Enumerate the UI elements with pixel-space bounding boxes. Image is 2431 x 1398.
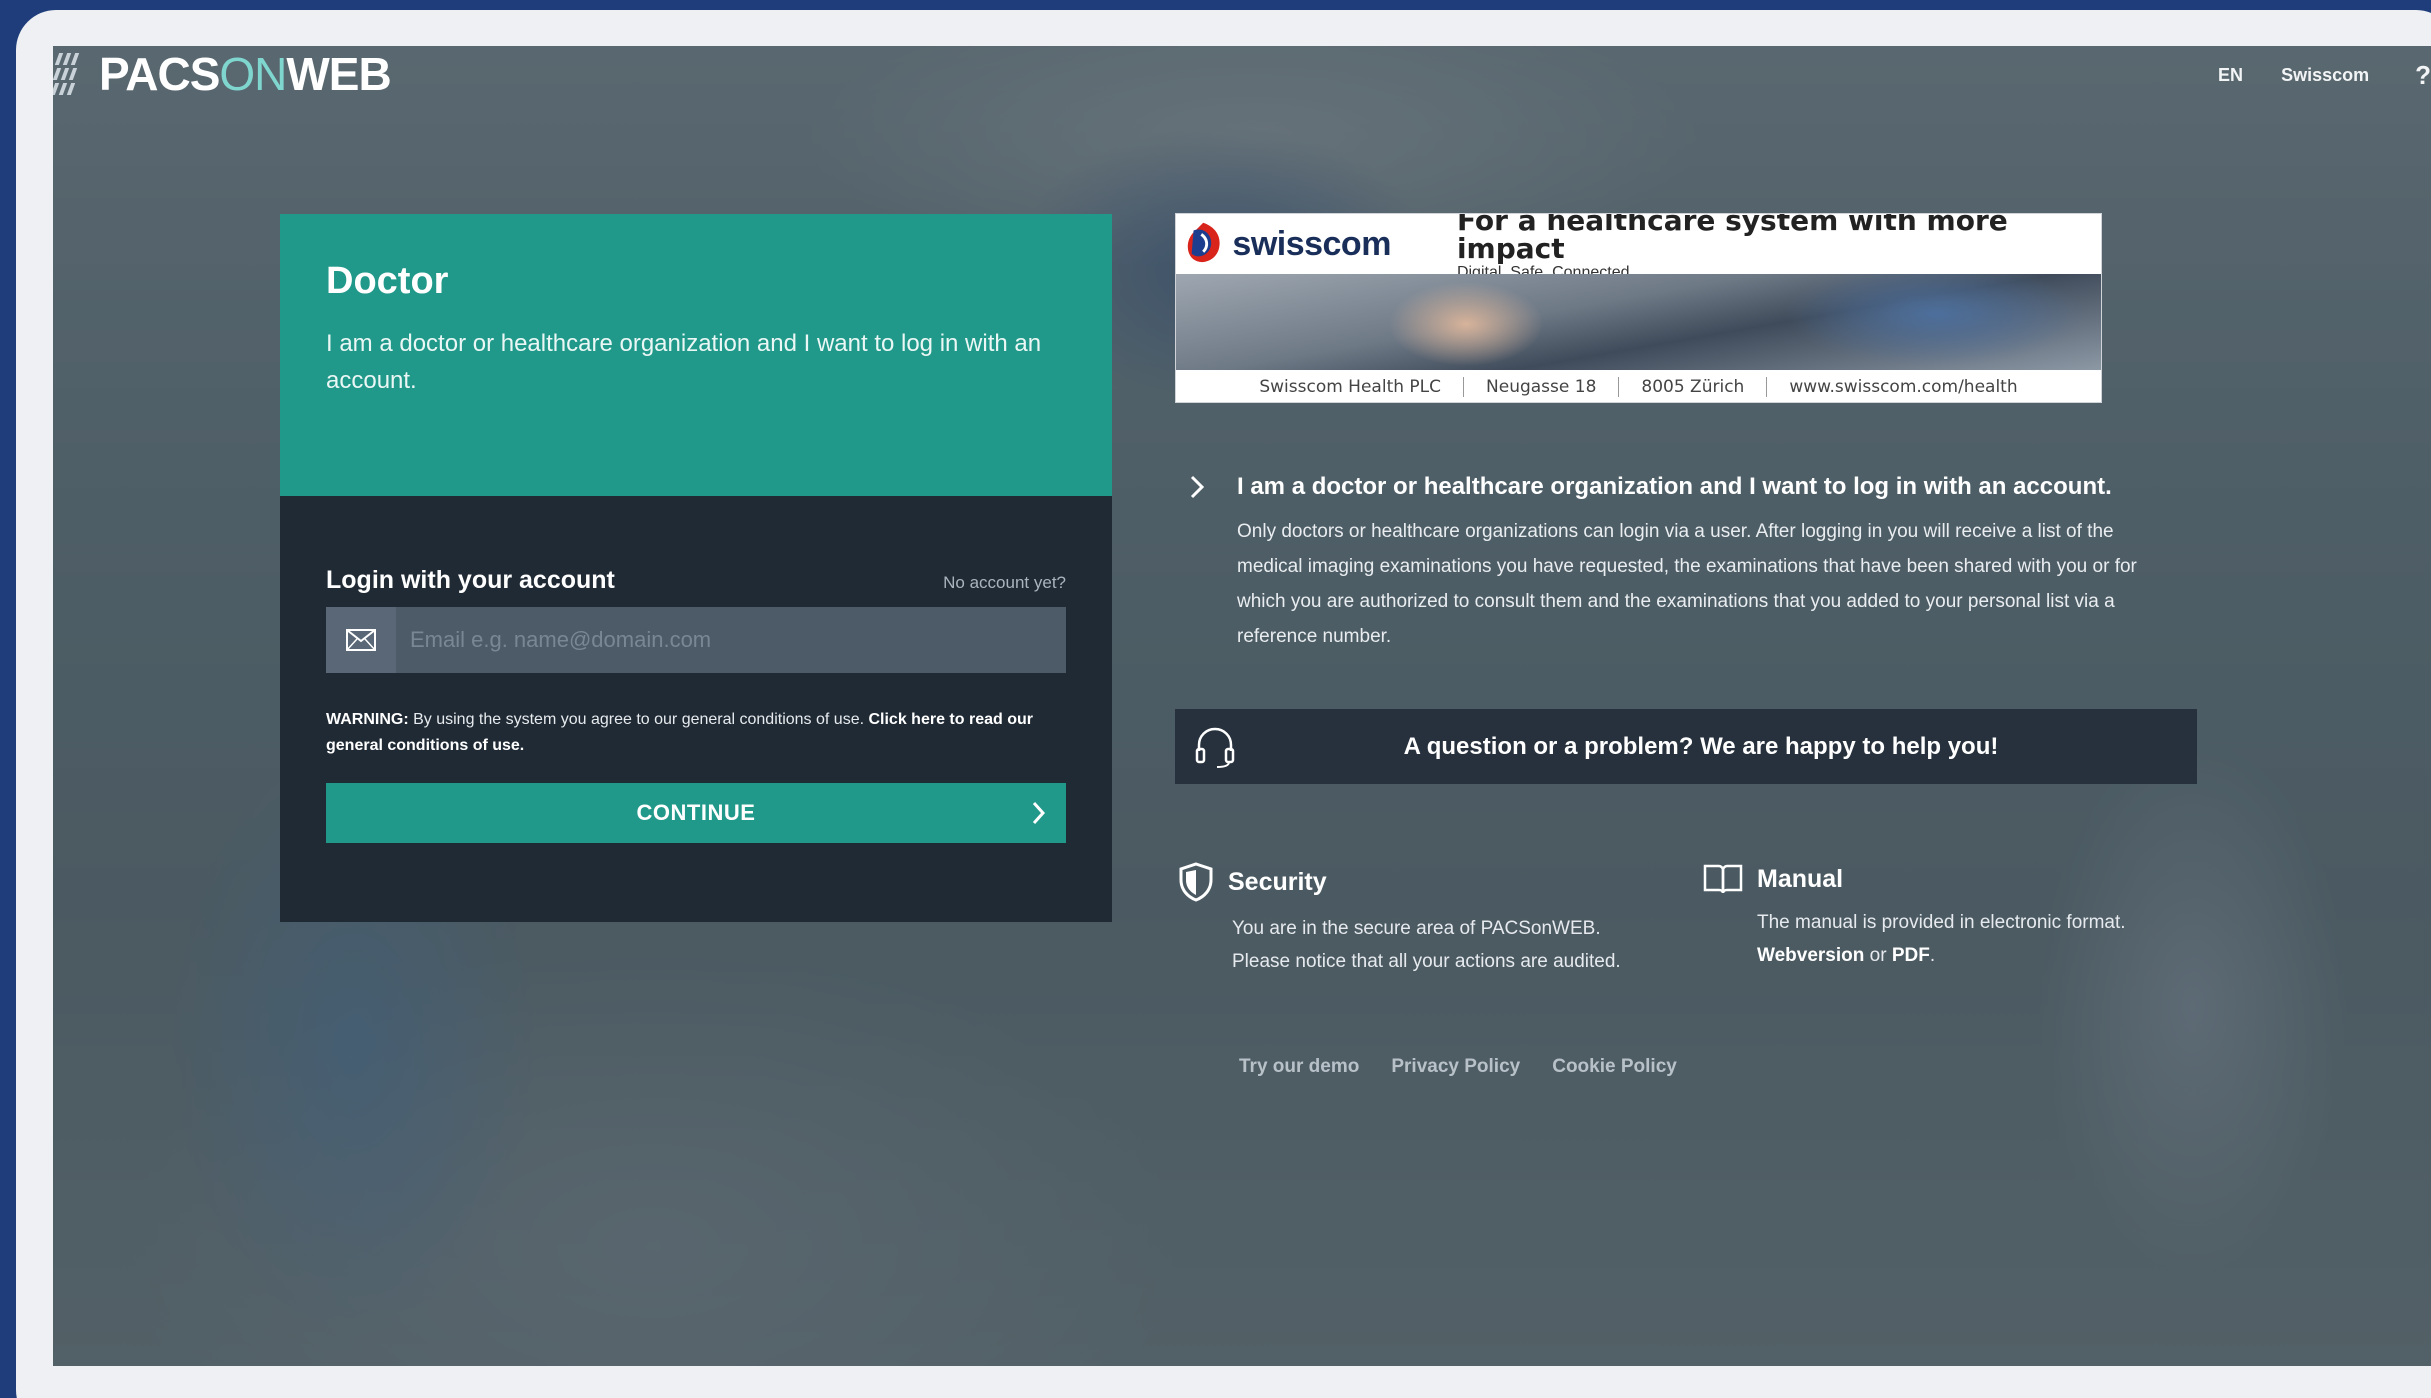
banner-brand: swisscom — [1232, 224, 1391, 263]
login-heading-row: Login with your account No account yet? — [326, 566, 1066, 595]
login-card-header: Doctor I am a doctor or healthcare organ… — [280, 214, 1112, 496]
manual-feature: Manual The manual is provided in electro… — [1703, 862, 2126, 972]
info-title-row: I am a doctor or healthcare organization… — [1183, 472, 2183, 502]
shield-icon — [1179, 862, 1213, 902]
headset-icon — [1175, 725, 1255, 769]
pdf-link[interactable]: PDF — [1892, 945, 1930, 966]
chevron-right-icon — [1190, 475, 1205, 499]
help-icon[interactable]: ? — [2415, 60, 2431, 91]
logo[interactable]: PACSONWEB — [53, 48, 392, 100]
book-icon — [1703, 864, 1743, 894]
continue-label: CONTINUE — [636, 800, 756, 825]
info-description: Only doctors or healthcare organizations… — [1237, 521, 2137, 647]
organization-link[interactable]: Swisscom — [2281, 65, 2369, 86]
banner-footer: Swisscom Health PLC Neugasse 18 8005 Zür… — [1176, 370, 2101, 402]
card-description: I am a doctor or healthcare organization… — [326, 330, 1042, 394]
chevron-right-icon — [1032, 801, 1046, 825]
banner-top: swisscom For a healthcare system with mo… — [1176, 214, 2101, 281]
logo-text: PACSONWEB — [99, 48, 392, 100]
envelope-icon — [326, 607, 396, 673]
webversion-link[interactable]: Webversion — [1757, 945, 1864, 966]
security-title: Security — [1228, 867, 1327, 896]
sponsor-banner[interactable]: swisscom For a healthcare system with mo… — [1175, 213, 2102, 403]
swisscom-logo-icon — [1187, 222, 1220, 263]
app-screen: PACSONWEB EN Swisscom ? Doctor I am a do… — [53, 46, 2431, 1366]
footer-links: Try our demo Privacy Policy Cookie Polic… — [1239, 1056, 1677, 1078]
email-field-group — [326, 607, 1066, 673]
help-bar[interactable]: A question or a problem? We are happy to… — [1175, 709, 2197, 784]
login-card-body: Login with your account No account yet? … — [280, 496, 1112, 922]
continue-button[interactable]: CONTINUE — [326, 783, 1066, 843]
info-section: I am a doctor or healthcare organization… — [1183, 472, 2183, 654]
top-nav: EN Swisscom ? — [2218, 60, 2431, 91]
email-input[interactable] — [396, 607, 1066, 673]
login-heading: Login with your account — [326, 566, 615, 594]
language-selector[interactable]: EN — [2218, 65, 2243, 86]
logo-mark-icon — [53, 49, 93, 99]
security-feature: Security You are in the secure area of P… — [1178, 862, 1621, 978]
banner-image — [1176, 274, 2101, 370]
security-description: You are in the secure area of PACSonWEB.… — [1232, 918, 1621, 972]
card-title: Doctor — [326, 260, 449, 302]
login-card: Doctor I am a doctor or healthcare organ… — [280, 214, 1112, 922]
help-bar-text: A question or a problem? We are happy to… — [1403, 732, 1999, 760]
banner-tagline: For a healthcare system with more impact… — [1456, 213, 2008, 281]
info-title: I am a doctor or healthcare organization… — [1237, 473, 2112, 500]
manual-title: Manual — [1757, 864, 1844, 893]
no-account-link[interactable]: No account yet? — [943, 573, 1066, 593]
manual-description: The manual is provided in electronic for… — [1757, 912, 2126, 966]
privacy-policy-link[interactable]: Privacy Policy — [1391, 1056, 1520, 1078]
try-demo-link[interactable]: Try our demo — [1239, 1056, 1359, 1078]
cookie-policy-link[interactable]: Cookie Policy — [1552, 1056, 1677, 1078]
warning-text: WARNING: By using the system you agree t… — [326, 711, 1033, 754]
